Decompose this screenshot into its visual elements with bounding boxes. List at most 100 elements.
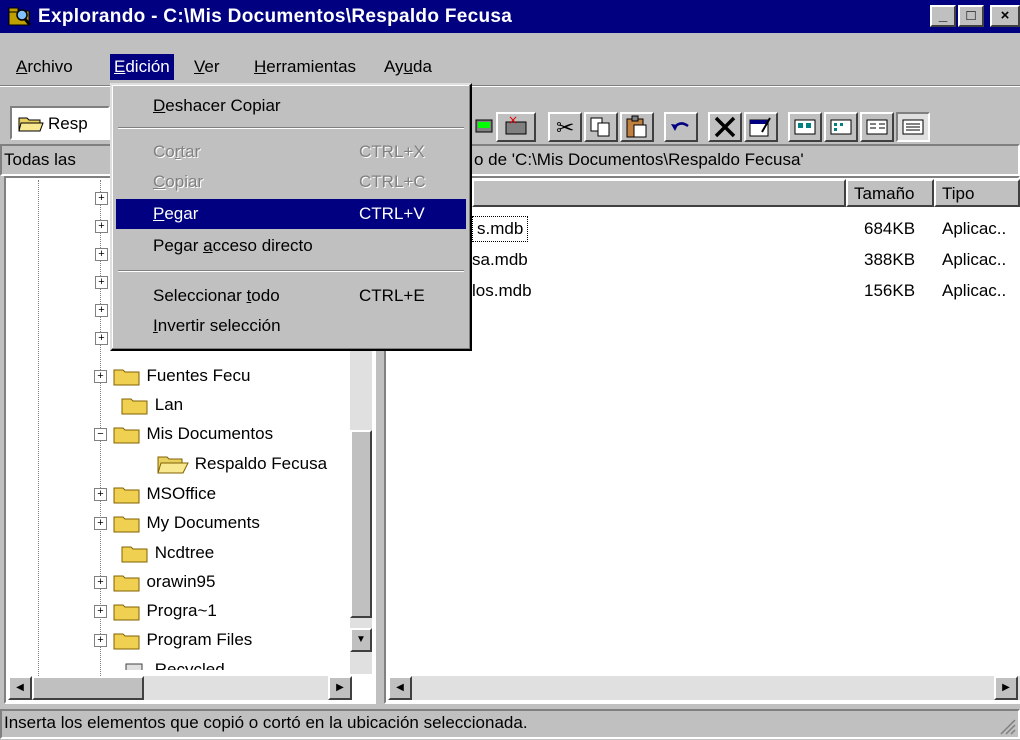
scroll-left-arrow-icon[interactable]: ◀ <box>388 676 412 700</box>
menu-item-seleccionar-todo[interactable]: Seleccionar todo CTRL+E <box>116 281 466 311</box>
folder-icon <box>113 633 140 650</box>
scroll-thumb[interactable] <box>350 430 372 618</box>
tree-item-label: orawin95 <box>146 572 216 591</box>
maximize-button[interactable]: □ <box>958 5 984 27</box>
folder-icon <box>113 516 140 533</box>
file-name: s.mdb <box>472 216 529 242</box>
title-bar[interactable]: Explorando - C:\Mis Documentos\Respaldo … <box>0 0 1020 33</box>
resize-grip-icon[interactable] <box>998 717 1016 735</box>
svg-text:×: × <box>508 114 518 127</box>
expand-toggle[interactable]: + <box>95 248 108 261</box>
edit-menu-dropdown: Deshacer Copiar Cortar CTRL+X Copiar CTR… <box>110 83 472 351</box>
menu-separator <box>118 270 464 272</box>
menu-item-invertir-seleccion[interactable]: Invertir selección <box>116 311 466 341</box>
list-view-button[interactable] <box>860 112 894 142</box>
tree-item-progra1[interactable]: + Progra~1 <box>94 597 217 625</box>
menu-item-deshacer-copiar[interactable]: Deshacer Copiar <box>116 91 466 121</box>
scroll-down-arrow-icon[interactable]: ▼ <box>350 628 372 652</box>
svg-text:✂: ✂ <box>556 116 574 140</box>
properties-button[interactable] <box>744 112 778 142</box>
tree-item-recycled[interactable]: Recycled <box>120 656 225 670</box>
folder-icon <box>113 369 140 386</box>
tree-item-program-files[interactable]: + Program Files <box>94 626 252 654</box>
shortcut-label: CTRL+X <box>359 142 425 161</box>
scroll-right-arrow-icon[interactable]: ▶ <box>328 676 352 700</box>
file-row[interactable]: los.mdb 156KB Aplicac.. <box>472 276 1020 306</box>
menu-herramientas[interactable]: Herramientas <box>250 54 360 80</box>
menu-item-pegar[interactable]: Pegar CTRL+V <box>116 199 466 229</box>
expand-toggle[interactable]: + <box>95 304 108 317</box>
expand-toggle[interactable]: + <box>95 192 108 205</box>
menu-archivo[interactable]: Archivo <box>12 54 77 80</box>
tree-item-label: Mis Documentos <box>146 424 274 443</box>
menu-bar: Archivo Edición Ver Herramientas Ayuda <box>0 52 1020 82</box>
tree-item-orawin95[interactable]: + orawin95 <box>94 568 215 596</box>
status-bar: Inserta los elementos que copió o cortó … <box>0 707 1020 740</box>
tree-item-label: Recycled <box>154 660 225 670</box>
expand-toggle[interactable]: + <box>95 220 108 233</box>
menu-item-pegar-acceso-directo[interactable]: Pegar acceso directo <box>116 231 466 261</box>
tree-item-mis-documentos[interactable]: − Mis Documentos <box>94 420 273 448</box>
folder-icon <box>113 487 140 504</box>
copy-button[interactable] <box>584 112 618 142</box>
scroll-left-arrow-icon[interactable]: ◀ <box>8 676 32 700</box>
close-button[interactable]: × <box>990 5 1020 27</box>
menu-ayuda[interactable]: Ayuda <box>380 54 436 80</box>
column-header-type[interactable]: Tipo <box>934 179 1020 207</box>
details-view-button[interactable] <box>896 112 930 142</box>
disconnect-drive-button[interactable]: × <box>496 112 536 142</box>
location-combo[interactable]: Resp <box>10 106 110 140</box>
scroll-thumb[interactable] <box>32 676 144 700</box>
file-size: 156KB <box>864 281 916 300</box>
tree-item-lan[interactable]: Lan <box>120 391 183 419</box>
folder-icon <box>113 604 140 621</box>
menu-item-cortar[interactable]: Cortar CTRL+X <box>116 137 466 167</box>
tree-item-label: Respaldo Fecusa <box>194 454 328 473</box>
scroll-right-arrow-icon[interactable]: ▶ <box>994 676 1018 700</box>
menu-ver[interactable]: Ver <box>190 54 224 80</box>
cut-button[interactable]: ✂ <box>548 112 582 142</box>
file-row[interactable]: sa.mdb 388KB Aplicac.. <box>472 245 1020 275</box>
paste-button[interactable] <box>620 112 654 142</box>
shortcut-label: CTRL+V <box>359 204 425 223</box>
tree-item-msoffice[interactable]: + MSOffice <box>94 480 216 508</box>
tree-item-label: MSOffice <box>146 484 217 503</box>
file-name: los.mdb <box>472 281 532 300</box>
tree-item-label: Lan <box>154 395 184 414</box>
menu-separator <box>118 127 464 129</box>
minimize-button[interactable]: _ <box>930 5 956 27</box>
folder-icon <box>121 546 148 563</box>
folder-icon <box>113 575 140 592</box>
tree-item-respaldo-fecusa[interactable]: Respaldo Fecusa <box>156 450 327 478</box>
tree-horizontal-scrollbar[interactable]: ◀ ▶ <box>8 676 352 700</box>
expand-toggle[interactable]: + <box>95 276 108 289</box>
file-row[interactable]: s.mdb 684KB Aplicac.. <box>472 214 1020 244</box>
small-icons-button[interactable] <box>824 112 858 142</box>
menu-item-copiar[interactable]: Copiar CTRL+C <box>116 167 466 197</box>
file-type: Aplicac.. <box>942 250 1007 269</box>
folder-icon <box>121 398 148 415</box>
tree-item-ncdtree[interactable]: Ncdtree <box>120 539 214 567</box>
expand-toggle[interactable]: + <box>95 332 108 345</box>
tree-item-label: Fuentes Fecu <box>146 366 251 385</box>
tree-item-fuentes-fecu[interactable]: + Fuentes Fecu <box>94 362 250 390</box>
large-icons-button[interactable] <box>788 112 822 142</box>
shortcut-label: CTRL+E <box>359 286 425 305</box>
tree-item-label: Ncdtree <box>154 543 215 562</box>
column-header-size[interactable]: Tamaño <box>846 179 934 207</box>
contents-of-label: o de 'C:\Mis Documentos\Respaldo Fecusa' <box>474 150 804 169</box>
delete-button[interactable] <box>708 112 742 142</box>
file-type: Aplicac.. <box>942 219 1007 238</box>
column-header-name[interactable] <box>472 179 846 207</box>
folder-icon <box>113 427 140 444</box>
tree-item-label: Program Files <box>146 630 253 649</box>
list-horizontal-scrollbar[interactable]: ◀ ▶ <box>388 676 1020 700</box>
status-text: Inserta los elementos que copió o cortó … <box>4 713 528 732</box>
tree-item-my-documents[interactable]: + My Documents <box>94 509 260 537</box>
undo-button[interactable] <box>664 112 698 142</box>
window-title: Explorando - C:\Mis Documentos\Respaldo … <box>38 6 513 27</box>
tree-guide-line-outer <box>38 180 39 680</box>
open-folder-icon <box>157 456 189 474</box>
shortcut-label: CTRL+C <box>359 172 426 191</box>
menu-edicion[interactable]: Edición <box>110 54 174 80</box>
